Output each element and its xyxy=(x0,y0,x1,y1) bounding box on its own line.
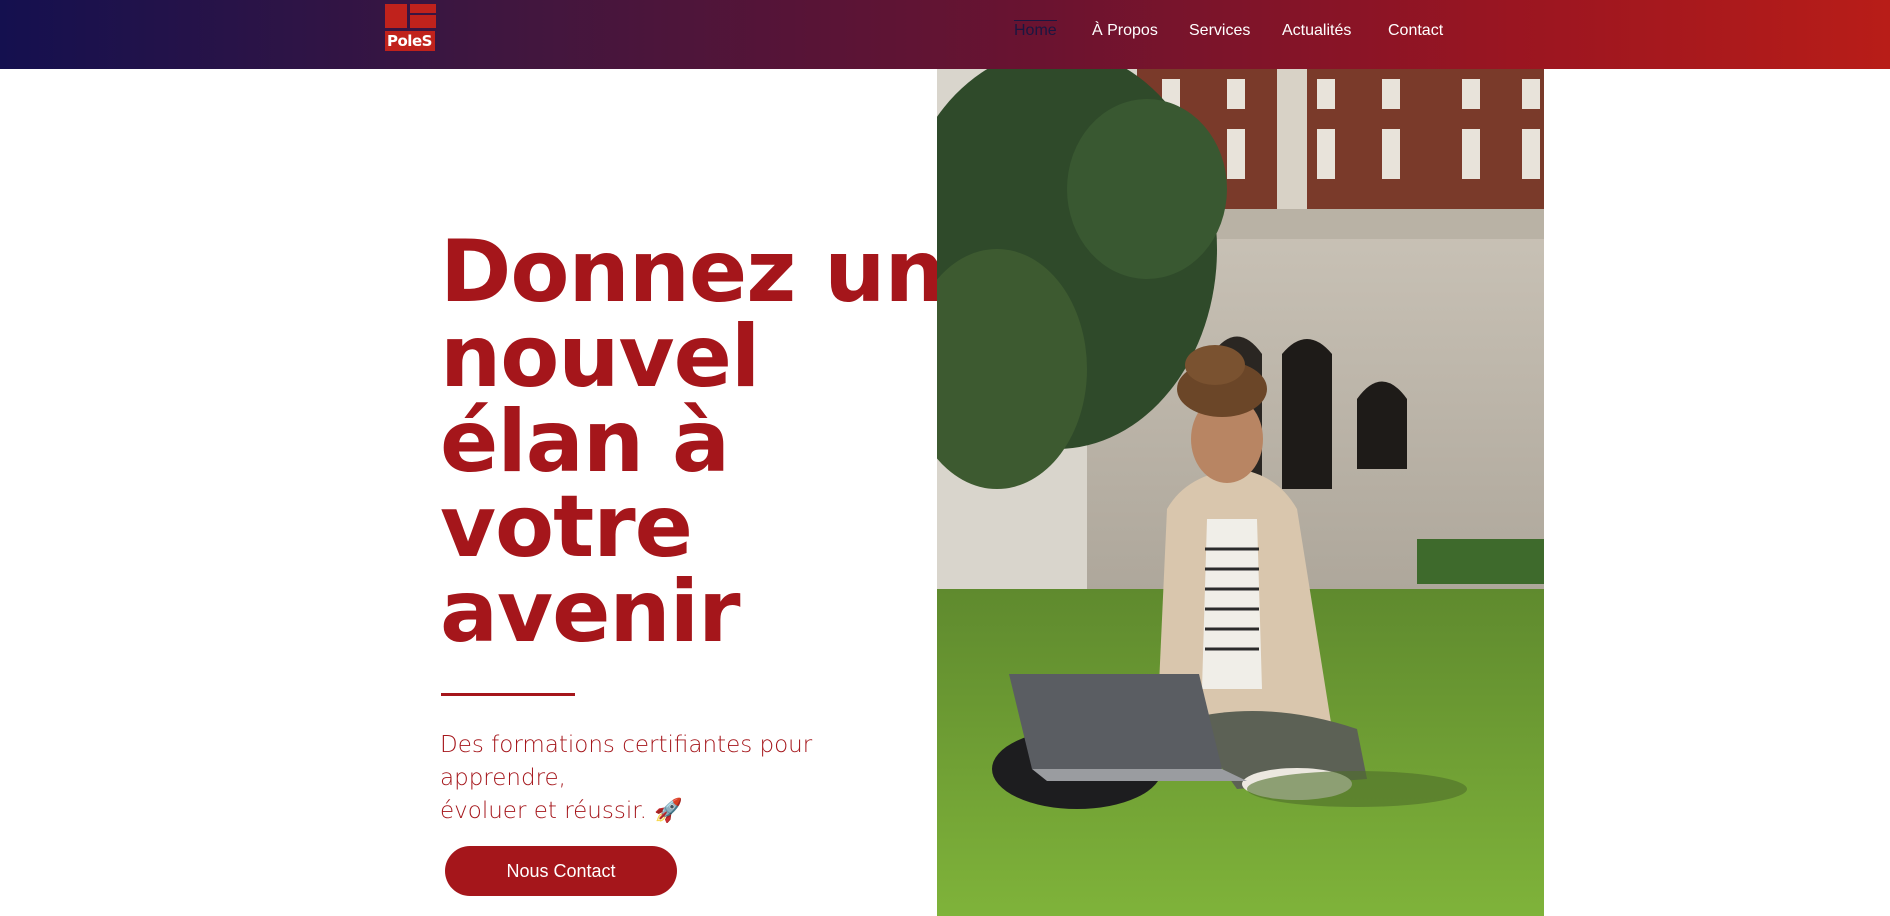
subtitle-line-1: Des formations certifiantes pour apprend… xyxy=(440,732,813,791)
nav-actualites[interactable]: Actualités xyxy=(1282,21,1351,41)
hero-title-line: votre xyxy=(440,477,693,577)
site-header: PoleS Home À Propos Services Actualités … xyxy=(0,0,1890,69)
hero-title-line: nouvel xyxy=(440,307,760,407)
title-divider xyxy=(441,693,575,696)
hero-title-line: élan à xyxy=(440,392,730,492)
hero-photo xyxy=(937,69,1544,916)
contact-button[interactable]: Nous Contact xyxy=(445,846,677,896)
main-nav: Home À Propos Services Actualités Contac… xyxy=(0,0,1890,62)
rocket-icon: 🚀 xyxy=(654,798,683,824)
hero-title-line: avenir xyxy=(440,562,741,662)
nav-home[interactable]: Home xyxy=(1014,20,1057,41)
hero-title: Donnez un nouvel élan à votre avenir xyxy=(440,222,946,662)
nav-a-propos[interactable]: À Propos xyxy=(1092,21,1158,41)
nav-services[interactable]: Services xyxy=(1189,21,1250,41)
subtitle-line-2: évoluer et réussir. xyxy=(440,798,647,824)
hero-title-line: Donnez un xyxy=(440,222,946,322)
nav-contact[interactable]: Contact xyxy=(1388,21,1443,41)
hero-subtitle: Des formations certifiantes pour apprend… xyxy=(440,729,930,828)
